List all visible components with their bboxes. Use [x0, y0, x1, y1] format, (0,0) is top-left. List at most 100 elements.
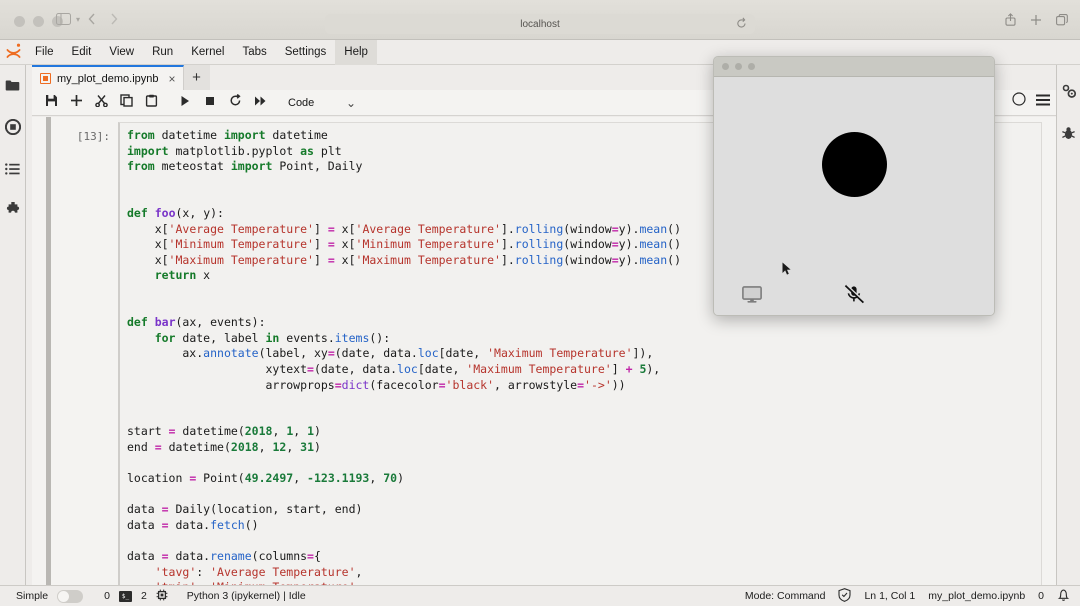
- code-line: [127, 409, 1035, 425]
- kernel-status-idle-icon[interactable]: [1012, 92, 1026, 111]
- play-icon: [179, 94, 191, 112]
- list-icon: [5, 162, 20, 180]
- menu-edit[interactable]: Edit: [63, 40, 101, 65]
- menu-view[interactable]: View: [100, 40, 143, 65]
- code-line: data = data.rename(columns={: [127, 549, 1035, 565]
- sidebar-item-running[interactable]: [5, 119, 21, 140]
- black-circle-shape: [822, 132, 887, 197]
- run-cell-button[interactable]: [174, 92, 196, 114]
- browser-chrome: ▾ localhost: [0, 0, 1080, 40]
- overlay-content: [714, 77, 994, 316]
- gears-icon: [1061, 83, 1077, 104]
- scissors-icon: [95, 94, 108, 112]
- insert-cell-button[interactable]: [65, 92, 87, 114]
- code-line: 'tavg': 'Average Temperature',: [127, 565, 1035, 581]
- simple-mode-label: Simple: [16, 590, 48, 602]
- menu-tabs[interactable]: Tabs: [233, 40, 275, 65]
- close-window-button[interactable]: [14, 16, 25, 27]
- code-line: arrowprops=dict(facecolor='black', arrow…: [127, 378, 1035, 394]
- simple-mode-toggle[interactable]: [57, 590, 83, 603]
- overlay-minimize-button[interactable]: [735, 63, 742, 70]
- code-line: [127, 487, 1035, 503]
- plus-icon[interactable]: [1030, 13, 1042, 31]
- notebook-icon: [40, 73, 51, 84]
- sidebar-item-property-inspector[interactable]: [1061, 83, 1077, 104]
- screen-share-icon[interactable]: [742, 286, 762, 308]
- reload-icon[interactable]: [736, 17, 747, 33]
- code-line: [127, 393, 1035, 409]
- close-icon[interactable]: ×: [169, 72, 176, 86]
- sidebar-item-debugger[interactable]: [1061, 126, 1076, 146]
- fast-forward-icon: [254, 94, 267, 112]
- overlay-icon-row: [714, 284, 994, 308]
- menu-kernel[interactable]: Kernel: [182, 40, 233, 65]
- bell-icon[interactable]: [1057, 588, 1070, 605]
- menu-run[interactable]: Run: [143, 40, 182, 65]
- cut-cells-button[interactable]: [90, 92, 112, 114]
- code-line: end = datetime(2018, 12, 31): [127, 440, 1035, 456]
- chevron-down-icon: ⌄: [346, 96, 356, 110]
- hamburger-icon[interactable]: [1036, 93, 1050, 111]
- notebook-toolbar-right: [1012, 92, 1050, 111]
- sidebar-item-command-palette[interactable]: [5, 162, 20, 180]
- back-arrow-icon[interactable]: [88, 13, 96, 25]
- menu-help[interactable]: Help: [335, 40, 377, 65]
- tab-overview-icon[interactable]: [1056, 13, 1068, 31]
- paste-cells-button[interactable]: [140, 92, 162, 114]
- microphone-muted-icon[interactable]: [844, 284, 866, 309]
- arrow-cursor-icon: [782, 262, 792, 281]
- cell-type-select[interactable]: Code ⌄: [284, 93, 362, 113]
- restart-icon: [229, 94, 242, 112]
- address-bar[interactable]: localhost: [325, 14, 755, 34]
- status-bar-right: Mode: Command Ln 1, Col 1 my_plot_demo.i…: [745, 588, 1080, 605]
- menu-file[interactable]: File: [26, 40, 63, 65]
- folder-icon: [5, 79, 20, 97]
- kernels-count: 2: [141, 590, 147, 602]
- sidebar-icon: [56, 13, 71, 25]
- copy-cells-button[interactable]: [115, 92, 137, 114]
- right-activity-bar: [1056, 65, 1080, 585]
- editor-mode-text: Mode: Command: [745, 590, 826, 602]
- restart-kernel-button[interactable]: [224, 92, 246, 114]
- screen: ▾ localhost: [0, 0, 1080, 606]
- forward-arrow-icon[interactable]: [110, 13, 118, 25]
- new-launcher-button[interactable]: +: [184, 65, 210, 90]
- status-filename: my_plot_demo.ipynb: [928, 590, 1025, 602]
- stop-circle-icon: [5, 119, 21, 140]
- puzzle-icon: [5, 202, 21, 223]
- browser-sidebar-toggle[interactable]: ▾: [56, 13, 80, 25]
- chevron-down-icon: ▾: [76, 15, 80, 24]
- status-bar: Simple 0 $_ 2 Python 3 (ipykernel) | Idl…: [0, 585, 1080, 606]
- restart-run-all-button[interactable]: [249, 92, 271, 114]
- sidebar-item-extensions[interactable]: [5, 202, 21, 223]
- browser-toolbar-right: [1005, 13, 1068, 31]
- code-line: [127, 533, 1035, 549]
- cell-type-value: Code: [288, 97, 314, 109]
- left-activity-bar: [0, 65, 26, 585]
- screen-share-preview-window[interactable]: [713, 56, 995, 316]
- terminal-icon[interactable]: $_: [119, 591, 132, 602]
- browser-nav-buttons[interactable]: [88, 13, 118, 25]
- jupyter-logo-icon: [0, 43, 26, 61]
- sidebar-item-file-browser[interactable]: [5, 79, 20, 97]
- code-line: for date, label in events.items():: [127, 331, 1035, 347]
- overlay-close-button[interactable]: [722, 63, 729, 70]
- terminals-count: 0: [104, 590, 110, 602]
- overlay-titlebar[interactable]: [714, 57, 994, 77]
- kernel-chip-icon[interactable]: [156, 589, 168, 604]
- save-button[interactable]: [40, 92, 62, 114]
- overlay-zoom-button[interactable]: [748, 63, 755, 70]
- notebook-tab-label: my_plot_demo.ipynb: [57, 73, 159, 85]
- code-line: ax.annotate(label, xy=(date, data.loc[da…: [127, 346, 1035, 362]
- minimize-window-button[interactable]: [33, 16, 44, 27]
- copy-icon: [120, 94, 133, 112]
- save-icon: [45, 94, 58, 112]
- plus-icon: [70, 94, 83, 112]
- code-line: def bar(ax, events):: [127, 315, 1035, 331]
- shield-check-icon[interactable]: [838, 588, 851, 605]
- code-line: data = Daily(location, start, end): [127, 502, 1035, 518]
- interrupt-kernel-button[interactable]: [199, 92, 221, 114]
- share-icon[interactable]: [1005, 13, 1016, 31]
- menu-settings[interactable]: Settings: [276, 40, 336, 65]
- notebook-tab[interactable]: my_plot_demo.ipynb ×: [32, 65, 184, 90]
